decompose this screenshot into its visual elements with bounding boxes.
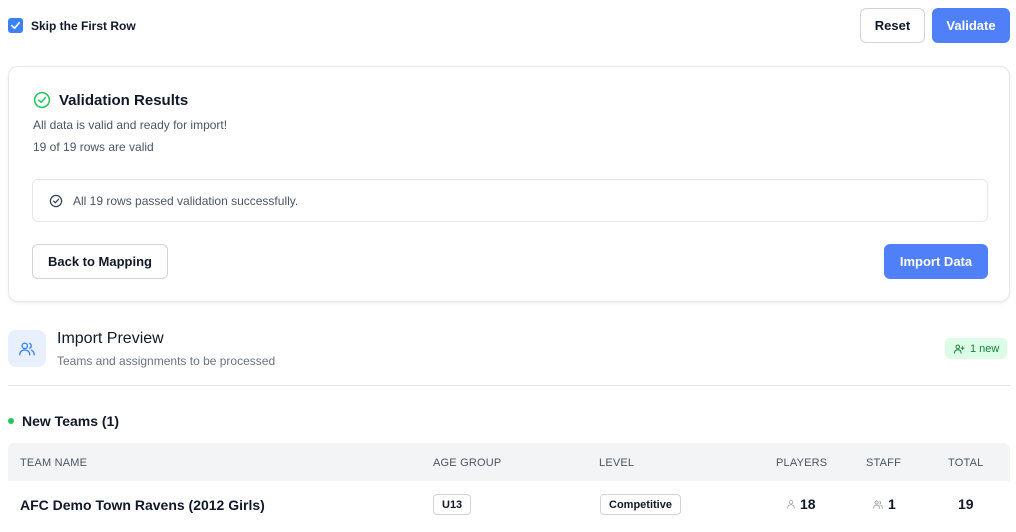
column-header-players: PLAYERS — [776, 457, 828, 469]
column-header-age-group: AGE GROUP — [433, 457, 502, 469]
users-icon — [873, 499, 883, 509]
skip-first-row-checkbox[interactable] — [8, 18, 23, 33]
new-teams-heading: New Teams (1) — [8, 413, 119, 429]
circle-check-icon — [33, 91, 51, 109]
column-header-team-name: TEAM NAME — [20, 457, 88, 469]
validation-summary: 19 of 19 rows are valid — [33, 140, 154, 154]
import-preview-icon-box — [8, 330, 46, 367]
validation-message: All data is valid and ready for import! — [33, 118, 228, 132]
validation-results-header: Validation Results — [33, 91, 188, 109]
new-teams-table-header: TEAM NAME AGE GROUP LEVEL PLAYERS STAFF … — [8, 443, 1010, 481]
skip-first-row-toggle[interactable]: Skip the First Row — [8, 18, 136, 33]
status-dot — [8, 418, 14, 424]
validation-results-card: Validation Results All data is valid and… — [8, 66, 1010, 302]
new-count-badge: 1 new — [945, 338, 1008, 359]
new-count-badge-label: 1 new — [970, 342, 1000, 355]
new-teams-label: New Teams (1) — [22, 413, 119, 429]
team-name-cell: AFC Demo Town Ravens (2012 Girls) — [20, 497, 265, 513]
skip-first-row-label: Skip the First Row — [31, 18, 136, 33]
reset-button[interactable]: Reset — [860, 8, 925, 43]
staff-cell: 1 — [872, 496, 896, 512]
import-preview-title: Import Preview — [57, 330, 164, 347]
level-chip: Competitive — [600, 494, 681, 515]
players-cell: 18 — [786, 496, 816, 512]
user-icon — [787, 500, 795, 509]
section-divider — [8, 385, 1010, 386]
column-header-staff: STAFF — [866, 457, 902, 469]
age-group-chip: U13 — [433, 494, 472, 515]
validation-passed-text: All 19 rows passed validation successful… — [73, 193, 299, 208]
back-to-mapping-button[interactable]: Back to Mapping — [32, 244, 168, 279]
players-count: 18 — [800, 496, 816, 512]
column-header-total: TOTAL — [948, 457, 984, 469]
staff-count: 1 — [888, 496, 896, 512]
circle-check-icon — [49, 194, 63, 207]
column-header-level: LEVEL — [599, 457, 635, 469]
import-data-button[interactable]: Import Data — [884, 244, 988, 279]
users-icon — [19, 341, 35, 356]
table-row[interactable]: AFC Demo Town Ravens (2012 Girls) U13 Co… — [8, 481, 1010, 526]
import-preview-subtitle: Teams and assignments to be processed — [57, 354, 276, 368]
user-plus-icon — [954, 344, 965, 354]
validation-passed-box: All 19 rows passed validation successful… — [32, 179, 988, 222]
validate-button[interactable]: Validate — [932, 8, 1010, 43]
total-count: 19 — [958, 496, 974, 512]
validation-results-title: Validation Results — [59, 91, 189, 109]
toolbar: Skip the First Row Reset Validate — [8, 8, 1010, 44]
checkmark-icon — [11, 21, 20, 30]
